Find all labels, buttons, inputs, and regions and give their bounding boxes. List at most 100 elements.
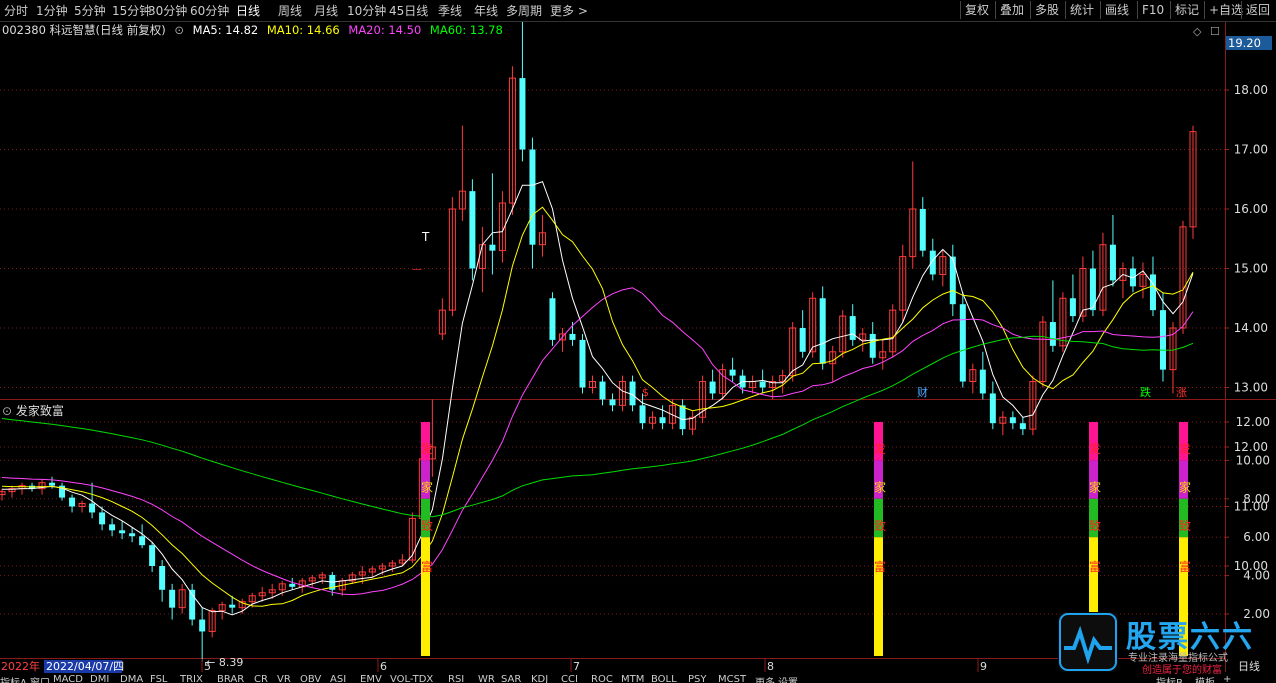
candle-body [849,316,856,340]
brand-slogan-2: 创造属于您的财富 [1142,665,1222,676]
candle-body [529,149,536,245]
toolbar-button-3[interactable]: 统计 [1065,1,1100,19]
brand-logo: 股票六六 专业注录海量指标公式 创造属于您的财富 [1058,612,1276,676]
timeframe-10[interactable]: 45日线 [389,2,428,19]
timeframe-14[interactable]: 更多 > [550,2,588,19]
signal-bar-label: 富 [1179,559,1191,574]
price-tick-label: 12.00 [1234,440,1268,454]
candle-body [289,583,296,587]
timeframe-1[interactable]: 1分钟 [36,2,68,19]
timeframe-8[interactable]: 月线 [314,2,338,19]
toolbar-button-0[interactable]: 复权 [960,1,995,19]
timeframe-6[interactable]: 日线 [236,2,260,19]
timeframe-11[interactable]: 季线 [438,2,462,19]
ma60-label: MA60: 13.78 [429,23,503,37]
toolbar-button-7[interactable]: +自选 [1204,1,1243,19]
indicator-tab-9[interactable]: VR [277,674,291,683]
signal-bar-segment [421,537,430,656]
candle-body [1049,322,1056,346]
timeframe-4[interactable]: 30分钟 [148,2,187,19]
indicator-tab-25[interactable]: 设置 [778,674,798,683]
toolbar-button-4[interactable]: 画线 [1100,1,1137,19]
indicator-tab-17[interactable]: KDJ [531,674,548,683]
toolbar-button-2[interactable]: 多股 [1030,1,1065,19]
candle-body [1109,244,1116,281]
timeframe-3[interactable]: 15分钟 [112,2,151,19]
menu-icon: ☐ [1210,25,1220,38]
indicator-tab-23[interactable]: MCST [718,674,746,683]
candle-body [109,524,116,531]
indicator-tab-16[interactable]: SAR [501,674,521,683]
ma20-label: MA20: 14.50 [348,23,422,37]
ma5-label: MA5: 14.82 [192,23,259,37]
event-marker-3: 涨 [1176,386,1187,399]
indicator-tab-6[interactable]: TRIX [180,674,203,683]
indicator-tab-24[interactable]: 更多 [755,674,775,683]
diamond-icon: ◇ [1193,25,1202,38]
indicator-tab-14[interactable]: RSI [448,674,464,683]
kline-chart[interactable]: 18.0017.0016.0015.0014.0013.0012.0011.00… [0,0,1276,683]
candle-body [49,482,56,486]
indicator-tab-10[interactable]: OBV [300,674,321,683]
indicator-tab-20[interactable]: MTM [621,674,644,683]
candle-body [119,530,126,534]
toolbar-button-8[interactable]: 返回 [1241,1,1276,19]
toolbar-button-1[interactable]: 叠加 [995,1,1030,19]
indicator-tab-18[interactable]: CCI [561,674,578,683]
t-marker: T [421,230,430,244]
signal-bar-label: 家 [874,479,886,494]
candle-body [1149,274,1156,311]
indicator-tab-0[interactable]: 指标A [0,674,27,683]
candle-body [579,339,586,388]
dash-marker: — [412,264,422,275]
indicator-tabs: 指标A窗口MACD DMI DMA FSL TRIX BRAR CR VR OBV ASI EMV V… [0,673,1276,683]
indicator-tick-label: 10.00 [1236,453,1270,467]
indicator-tab-4[interactable]: DMA [120,674,143,683]
timeframe-5[interactable]: 60分钟 [190,2,229,19]
bottom-right-2[interactable]: + [1223,674,1231,683]
ma-toggle-icon[interactable]: ⊙ [174,23,184,37]
timeframe-2[interactable]: 5分钟 [74,2,106,19]
candle-body [599,381,606,400]
indicator-tab-2[interactable]: MACD [53,674,83,683]
indicator-tick-label: 4.00 [1243,569,1270,583]
indicator-tab-12[interactable]: EMV [360,674,382,683]
indicator-tab-5[interactable]: FSL [150,674,168,683]
month-label: 7 [573,660,580,673]
indicator-tab-3[interactable]: DMI [90,674,109,683]
event-marker-2: 跌 [1140,385,1151,399]
indicator-tab-1[interactable]: 窗口 [30,674,50,683]
timeframe-toolbar: 分时 1分钟 5分钟 15分钟 30分钟 60分钟 日线 周线 月线 10分钟 45日线 季线 年线 多周… [0,0,1276,22]
indicator-tab-11[interactable]: ASI [330,674,346,683]
timeframe-9[interactable]: 10分钟 [347,2,386,19]
toolbar-button-5[interactable]: F10 [1137,1,1170,19]
indicator-tab-15[interactable]: WR [478,674,495,683]
indicator-tab-21[interactable]: BOLL [651,674,677,683]
indicator-title[interactable]: ⊙ 发家致富 [2,402,64,419]
candle-body [869,333,876,358]
candle-body [89,503,96,513]
candle-body [1009,417,1016,424]
collapse-icon[interactable]: ⊙ [2,404,12,418]
candle-body [759,381,766,388]
ma5-line [2,180,1194,616]
candle-body [959,304,966,382]
signal-bar-label: 致 [874,519,886,533]
indicator-tab-8[interactable]: CR [254,674,268,683]
timeframe-7[interactable]: 周线 [278,2,302,19]
toolbar-button-6[interactable]: 标记 [1170,1,1204,19]
event-marker-0: $ [642,386,649,399]
price-tick-label: 17.00 [1234,143,1268,157]
indicator-tab-22[interactable]: PSY [688,674,707,683]
indicator-name: 发家致富 [15,404,64,418]
candle-body [99,512,106,525]
indicator-tab-13[interactable]: VOL-TDX [390,674,433,683]
timeframe-13[interactable]: 多周期 [506,2,542,19]
candle-body [489,244,496,251]
indicator-tab-19[interactable]: ROC [591,674,613,683]
indicator-tab-7[interactable]: BRAR [217,674,244,683]
indicator-tick-label: 8.00 [1243,492,1270,506]
candle-body [139,536,146,546]
timeframe-0[interactable]: 分时 [4,2,28,19]
timeframe-12[interactable]: 年线 [474,2,498,19]
